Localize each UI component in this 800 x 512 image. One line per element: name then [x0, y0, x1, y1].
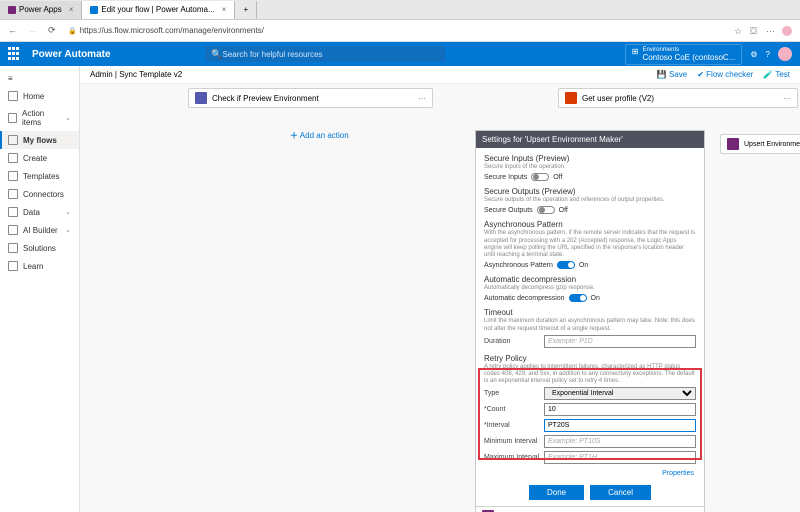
ellipsis-icon[interactable]: ⋯: [418, 94, 426, 103]
sidebar-item-connectors[interactable]: Connectors: [0, 185, 79, 203]
forward-icon[interactable]: →: [28, 25, 40, 37]
condition-icon: [195, 92, 207, 104]
browser-tab-flow[interactable]: Edit your flow | Power Automa...×: [82, 1, 235, 19]
search-input[interactable]: [222, 50, 439, 59]
retry-min-input[interactable]: [544, 435, 696, 448]
create-icon: [8, 153, 18, 163]
ellipsis-icon[interactable]: ⋯: [783, 94, 791, 103]
action-icon: [8, 113, 17, 123]
async-toggle[interactable]: [557, 261, 575, 269]
sidebar-item-solutions[interactable]: Solutions: [0, 239, 79, 257]
browser-tabs: Power Apps× Edit your flow | Power Autom…: [0, 0, 800, 20]
close-icon[interactable]: ×: [222, 5, 227, 14]
retry-max-input[interactable]: [544, 451, 696, 464]
done-button[interactable]: Done: [529, 485, 584, 500]
sidebar-item-my-flows[interactable]: My flows: [0, 131, 79, 149]
gear-icon[interactable]: ⚙: [750, 50, 757, 59]
save-button[interactable]: 💾 Save: [657, 70, 687, 79]
command-bar: Admin | Sync Template v2 💾 Save ✔ Flow c…: [80, 66, 800, 84]
plus-icon: ＋: [290, 131, 298, 140]
address-bar: ← → ⟳ 🔒https://us.flow.microsoft.com/man…: [0, 20, 800, 42]
back-icon[interactable]: ←: [8, 25, 20, 37]
ai-icon: [8, 225, 18, 235]
breadcrumb[interactable]: Admin | Sync Template v2: [90, 70, 182, 79]
properties-link[interactable]: Properties: [486, 470, 694, 477]
browser-tab-powerapps[interactable]: Power Apps×: [0, 1, 82, 19]
home-icon: [8, 91, 18, 101]
sidebar-item-home[interactable]: Home: [0, 87, 79, 105]
retry-type-select[interactable]: Exponential Interval: [544, 387, 696, 400]
decompression-toggle[interactable]: [569, 294, 587, 302]
lock-icon: 🔒: [68, 27, 77, 35]
waffle-icon[interactable]: [8, 47, 22, 61]
help-icon[interactable]: ?: [766, 50, 770, 59]
data-icon: [8, 207, 18, 217]
settings-panel: Settings for 'Upsert Environment Maker' …: [475, 130, 705, 512]
sidebar-item-ai-builder[interactable]: AI Builder⌄: [0, 221, 79, 239]
browser-avatar[interactable]: [782, 26, 792, 36]
refresh-icon[interactable]: ⟳: [48, 25, 60, 37]
flow-checker-button[interactable]: ✔ Flow checker: [697, 70, 753, 79]
chevron-down-icon: ⌄: [65, 208, 71, 216]
settings-title: Settings for 'Upsert Environment Maker': [476, 131, 704, 148]
menu-icon[interactable]: ⋯: [766, 26, 776, 36]
secure-outputs-toggle[interactable]: [537, 206, 555, 214]
connectors-icon: [8, 189, 18, 199]
url-text[interactable]: 🔒https://us.flow.microsoft.com/manage/en…: [68, 26, 726, 35]
favorite-icon[interactable]: ☆: [734, 26, 744, 36]
retry-count-input[interactable]: [544, 403, 696, 416]
flows-icon: [8, 135, 18, 145]
brand-label: Power Automate: [32, 49, 111, 60]
add-action-button[interactable]: ＋ Add an action: [290, 130, 349, 141]
secure-inputs-toggle[interactable]: [531, 173, 549, 181]
chevron-down-icon: ⌄: [65, 226, 71, 234]
close-icon[interactable]: ×: [69, 5, 74, 14]
sidebar-item-templates[interactable]: Templates: [0, 167, 79, 185]
card-upsert-environment[interactable]: Upsert Environment⋯: [475, 506, 705, 512]
user-avatar[interactable]: [778, 47, 792, 61]
card-upsert-abandoned[interactable]: Upsert Environment (abandoned): [720, 134, 800, 154]
card-user-profile[interactable]: Get user profile (V2)⋯: [558, 88, 798, 108]
cancel-button[interactable]: Cancel: [590, 485, 651, 500]
reading-icon[interactable]: ⛋: [750, 26, 760, 36]
templates-icon: [8, 171, 18, 181]
search-box[interactable]: 🔍: [205, 46, 445, 62]
test-button[interactable]: 🧪 Test: [763, 70, 790, 79]
retry-interval-input[interactable]: [544, 419, 696, 432]
learn-icon: [8, 261, 18, 271]
sidebar: ≡ Home Action items⌄ My flows Create Tem…: [0, 66, 80, 512]
new-tab-button[interactable]: +: [235, 1, 257, 19]
environment-picker[interactable]: ⊞ EnvironmentsContoso CoE (contosoC...: [625, 44, 743, 65]
flow-canvas[interactable]: Check if Preview Environment⋯ Get user p…: [80, 84, 800, 512]
sidebar-item-create[interactable]: Create: [0, 149, 79, 167]
sidebar-hamburger[interactable]: ≡: [0, 70, 79, 87]
app-header: Power Automate 🔍 ⊞ EnvironmentsContoso C…: [0, 42, 800, 66]
sidebar-item-action-items[interactable]: Action items⌄: [0, 105, 79, 131]
cds-icon: [727, 138, 739, 150]
sidebar-item-data[interactable]: Data⌄: [0, 203, 79, 221]
office-icon: [565, 92, 577, 104]
card-check-preview[interactable]: Check if Preview Environment⋯: [188, 88, 433, 108]
environment-icon: ⊞: [632, 47, 639, 62]
solutions-icon: [8, 243, 18, 253]
sidebar-item-learn[interactable]: Learn: [0, 257, 79, 275]
duration-input[interactable]: [544, 335, 696, 348]
chevron-down-icon: ⌄: [65, 114, 71, 122]
